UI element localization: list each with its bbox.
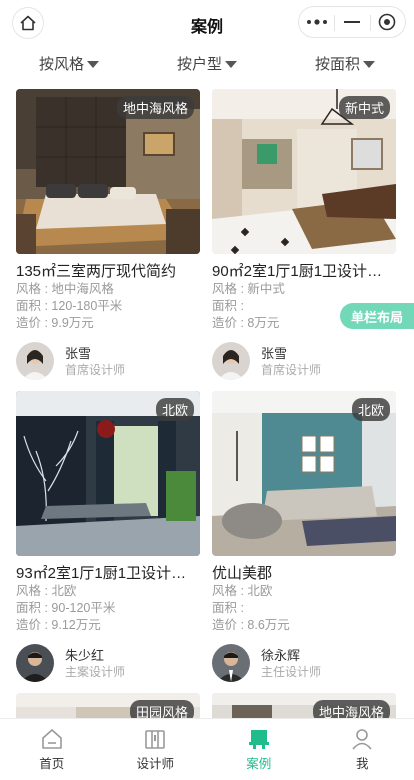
filter-area[interactable]: 按面积 — [276, 44, 414, 82]
case-photo[interactable]: 新中式 — [212, 89, 396, 254]
person-icon — [352, 729, 372, 750]
home-icon — [41, 729, 62, 749]
case-price: 造价 : 9.12万元 — [16, 617, 200, 634]
designer-info[interactable]: 徐永辉 主任设计师 — [212, 644, 396, 682]
case-area: 面积 : — [212, 600, 396, 617]
designer-role: 首席设计师 — [261, 362, 322, 377]
designer-icon — [145, 730, 166, 749]
designer-info[interactable]: 张雪 首席设计师 — [212, 342, 396, 380]
case-title: 135㎡三室两厅现代简约 — [16, 263, 177, 280]
designer-role: 首席设计师 — [65, 362, 126, 377]
case-style: 风格 : 新中式 — [212, 281, 396, 298]
designer-name: 徐永辉 — [261, 647, 301, 663]
case-title: 优山美郡 — [212, 565, 273, 582]
price-label: 造价 : — [212, 618, 248, 632]
avatar — [16, 342, 54, 380]
case-area: 面积 : 90-120平米 — [16, 600, 200, 617]
price-value: 9.12万元 — [51, 618, 101, 632]
area-value: 120-180平米 — [51, 299, 123, 313]
tab-designer-label: 设计师 — [136, 757, 174, 771]
price-label: 造价 : — [16, 618, 52, 632]
area-value: 90-120平米 — [51, 601, 116, 615]
style-tag: 新中式 — [338, 96, 390, 119]
style-tag: 地中海风格 — [116, 96, 194, 119]
designer-name: 朱少红 — [65, 647, 105, 663]
minus-icon — [343, 21, 360, 23]
caret-down-icon — [225, 60, 237, 68]
style-label: 风格 : — [16, 584, 52, 598]
bottom-tab-bar: 首页 设计师 案例 我 — [0, 718, 414, 780]
filter-style-label: 按风格 — [38, 55, 84, 73]
style-value: 地中海风格 — [51, 282, 114, 296]
tab-me[interactable]: 我 — [311, 719, 414, 780]
case-card[interactable]: 北欧 93㎡2室1厅1厨1卫设计方案 风格 : 北欧 面积 : 90-120平米… — [16, 391, 200, 682]
filter-layout[interactable]: 按户型 — [138, 44, 276, 82]
home-button[interactable] — [12, 7, 44, 39]
more-dots-icon — [306, 19, 327, 25]
price-label: 造价 : — [212, 316, 248, 330]
style-label: 风格 : — [212, 282, 248, 296]
price-value: 9.9万元 — [51, 316, 94, 330]
caret-down-icon — [363, 60, 375, 68]
designer-role: 主任设计师 — [261, 664, 322, 679]
case-photo[interactable]: 北欧 — [16, 391, 200, 556]
style-tag: 北欧 — [155, 398, 194, 421]
designer-name: 张雪 — [65, 345, 92, 361]
filter-style[interactable]: 按风格 — [0, 44, 138, 82]
case-photo[interactable]: 地中海风格 — [16, 89, 200, 254]
filter-area-label: 按面积 — [314, 55, 360, 73]
price-value: 8.6万元 — [247, 618, 290, 632]
top-navigation-bar: 案例 — [0, 0, 414, 44]
tab-home-label: 首页 — [39, 757, 65, 771]
minimize-button[interactable] — [334, 7, 369, 37]
mini-program-capsule — [298, 6, 406, 38]
case-card[interactable]: 新中式 90㎡2室1厅1厨1卫设计方案 风格 : 新中式 面积 : 造价 : 8… — [212, 89, 396, 380]
style-label: 风格 : — [16, 282, 52, 296]
style-tag: 北欧 — [351, 398, 390, 421]
case-style: 风格 : 北欧 — [212, 583, 396, 600]
case-style: 风格 : 北欧 — [16, 583, 200, 600]
avatar — [16, 644, 54, 682]
tab-cases[interactable]: 案例 — [207, 719, 311, 780]
case-title: 90㎡2室1厅1厨1卫设计方案 — [212, 263, 396, 280]
style-label: 风格 : — [212, 584, 248, 598]
price-label: 造价 : — [16, 316, 52, 330]
tab-designer[interactable]: 设计师 — [104, 719, 208, 780]
avatar — [212, 342, 250, 380]
designer-name: 张雪 — [261, 345, 288, 361]
case-card[interactable]: 北欧 优山美郡 风格 : 北欧 面积 : 造价 : 8.6万元 徐永辉 主任设计… — [212, 391, 396, 682]
caret-down-icon — [87, 60, 99, 68]
avatar — [212, 644, 250, 682]
case-card[interactable]: 地中海风格 135㎡三室两厅现代简约 风格 : 地中海风格 面积 : 120-1… — [16, 89, 200, 380]
home-icon — [20, 15, 36, 31]
style-value: 北欧 — [51, 584, 77, 598]
price-value: 8万元 — [247, 316, 280, 330]
target-close-icon — [379, 13, 396, 31]
filter-layout-label: 按户型 — [176, 55, 222, 73]
area-label: 面积 : — [16, 299, 52, 313]
case-title: 93㎡2室1厅1厨1卫设计方案 — [16, 565, 200, 582]
style-value: 新中式 — [247, 282, 285, 296]
designer-role: 主案设计师 — [65, 664, 126, 679]
area-label: 面积 : — [16, 601, 52, 615]
filter-bar: 按风格 按户型 按面积 — [0, 44, 414, 82]
style-value: 北欧 — [247, 584, 273, 598]
case-price: 造价 : 9.9万元 — [16, 315, 200, 332]
case-icon — [248, 730, 269, 749]
designer-info[interactable]: 张雪 首席设计师 — [16, 342, 200, 380]
close-button[interactable] — [369, 7, 405, 37]
case-photo[interactable]: 北欧 — [212, 391, 396, 556]
area-label: 面积 : — [212, 299, 244, 313]
tab-cases-label: 案例 — [246, 757, 272, 771]
tab-me-label: 我 — [355, 757, 369, 771]
more-button[interactable] — [299, 7, 334, 37]
area-label: 面积 : — [212, 601, 244, 615]
case-area: 面积 : 120-180平米 — [16, 298, 200, 315]
case-style: 风格 : 地中海风格 — [16, 281, 200, 298]
case-price: 造价 : 8.6万元 — [212, 617, 396, 634]
tab-home[interactable]: 首页 — [0, 719, 104, 780]
single-column-layout-button[interactable]: 单栏布局 — [340, 303, 414, 329]
designer-info[interactable]: 朱少红 主案设计师 — [16, 644, 200, 682]
